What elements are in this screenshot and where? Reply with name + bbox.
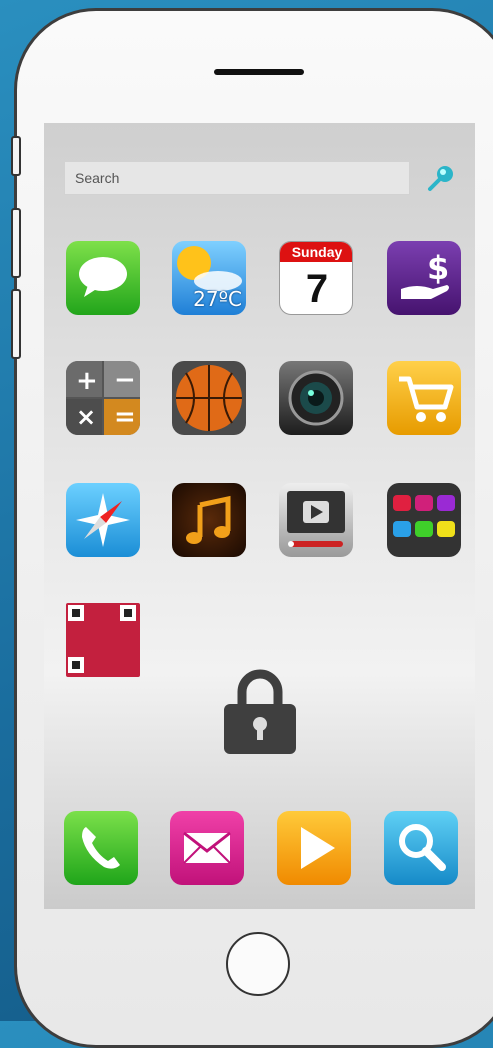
- messages-app[interactable]: [66, 241, 140, 315]
- weather-app[interactable]: 27ºC: [172, 241, 246, 315]
- home-screen: 27ºC Sunday 7 $ + − × =: [44, 123, 475, 909]
- calendar-date: 7: [305, 267, 329, 311]
- svg-text:−: −: [114, 365, 136, 395]
- phone-app[interactable]: [64, 811, 138, 885]
- speech-bubble-icon: [79, 257, 127, 297]
- play-app[interactable]: [277, 811, 351, 885]
- volume-down-button[interactable]: [11, 289, 21, 359]
- search-input[interactable]: [65, 162, 429, 194]
- search-button[interactable]: [424, 161, 458, 195]
- video-app[interactable]: [279, 483, 353, 557]
- calculator-icon: + − × =: [66, 361, 140, 435]
- volume-up-button[interactable]: [11, 208, 21, 278]
- magnifying-glass-icon: [399, 824, 446, 871]
- search-app[interactable]: [384, 811, 458, 885]
- shopping-cart-icon: [399, 376, 454, 422]
- qr-code-app[interactable]: [66, 603, 140, 677]
- grid-icon: [393, 495, 455, 537]
- camera-lens-icon: [288, 370, 344, 426]
- home-button[interactable]: [226, 932, 290, 996]
- camera-app[interactable]: [279, 361, 353, 435]
- apps-grid-app[interactable]: [387, 483, 461, 557]
- qr-code-icon: [68, 605, 136, 673]
- search-bar[interactable]: [64, 161, 429, 195]
- compass-icon: [76, 493, 130, 547]
- play-icon: [301, 827, 335, 869]
- video-player-icon: [287, 491, 345, 547]
- magnifier-icon: [428, 166, 453, 191]
- music-app[interactable]: [172, 483, 246, 557]
- basketball-app[interactable]: [172, 361, 246, 435]
- payments-app[interactable]: $: [387, 241, 461, 315]
- silent-switch[interactable]: [11, 136, 21, 176]
- svg-text:$: $: [427, 249, 449, 287]
- svg-text:+: +: [76, 366, 98, 396]
- calendar-app[interactable]: Sunday 7: [279, 241, 353, 315]
- lock-icon[interactable]: [222, 668, 298, 756]
- money-hand-icon: $: [401, 249, 449, 299]
- temperature-label: 27ºC: [193, 287, 242, 311]
- compass-app[interactable]: [66, 483, 140, 557]
- basketball-icon: [176, 365, 242, 431]
- music-note-icon: [186, 495, 231, 544]
- shopping-app[interactable]: [387, 361, 461, 435]
- svg-text:×: ×: [76, 403, 96, 431]
- phone-handset-icon: [82, 827, 120, 869]
- svg-text:=: =: [114, 402, 136, 432]
- mail-app[interactable]: [170, 811, 244, 885]
- calculator-app[interactable]: + − × =: [66, 361, 140, 435]
- envelope-icon: [183, 831, 231, 864]
- speaker: [214, 69, 304, 75]
- calendar-day: Sunday: [280, 242, 352, 262]
